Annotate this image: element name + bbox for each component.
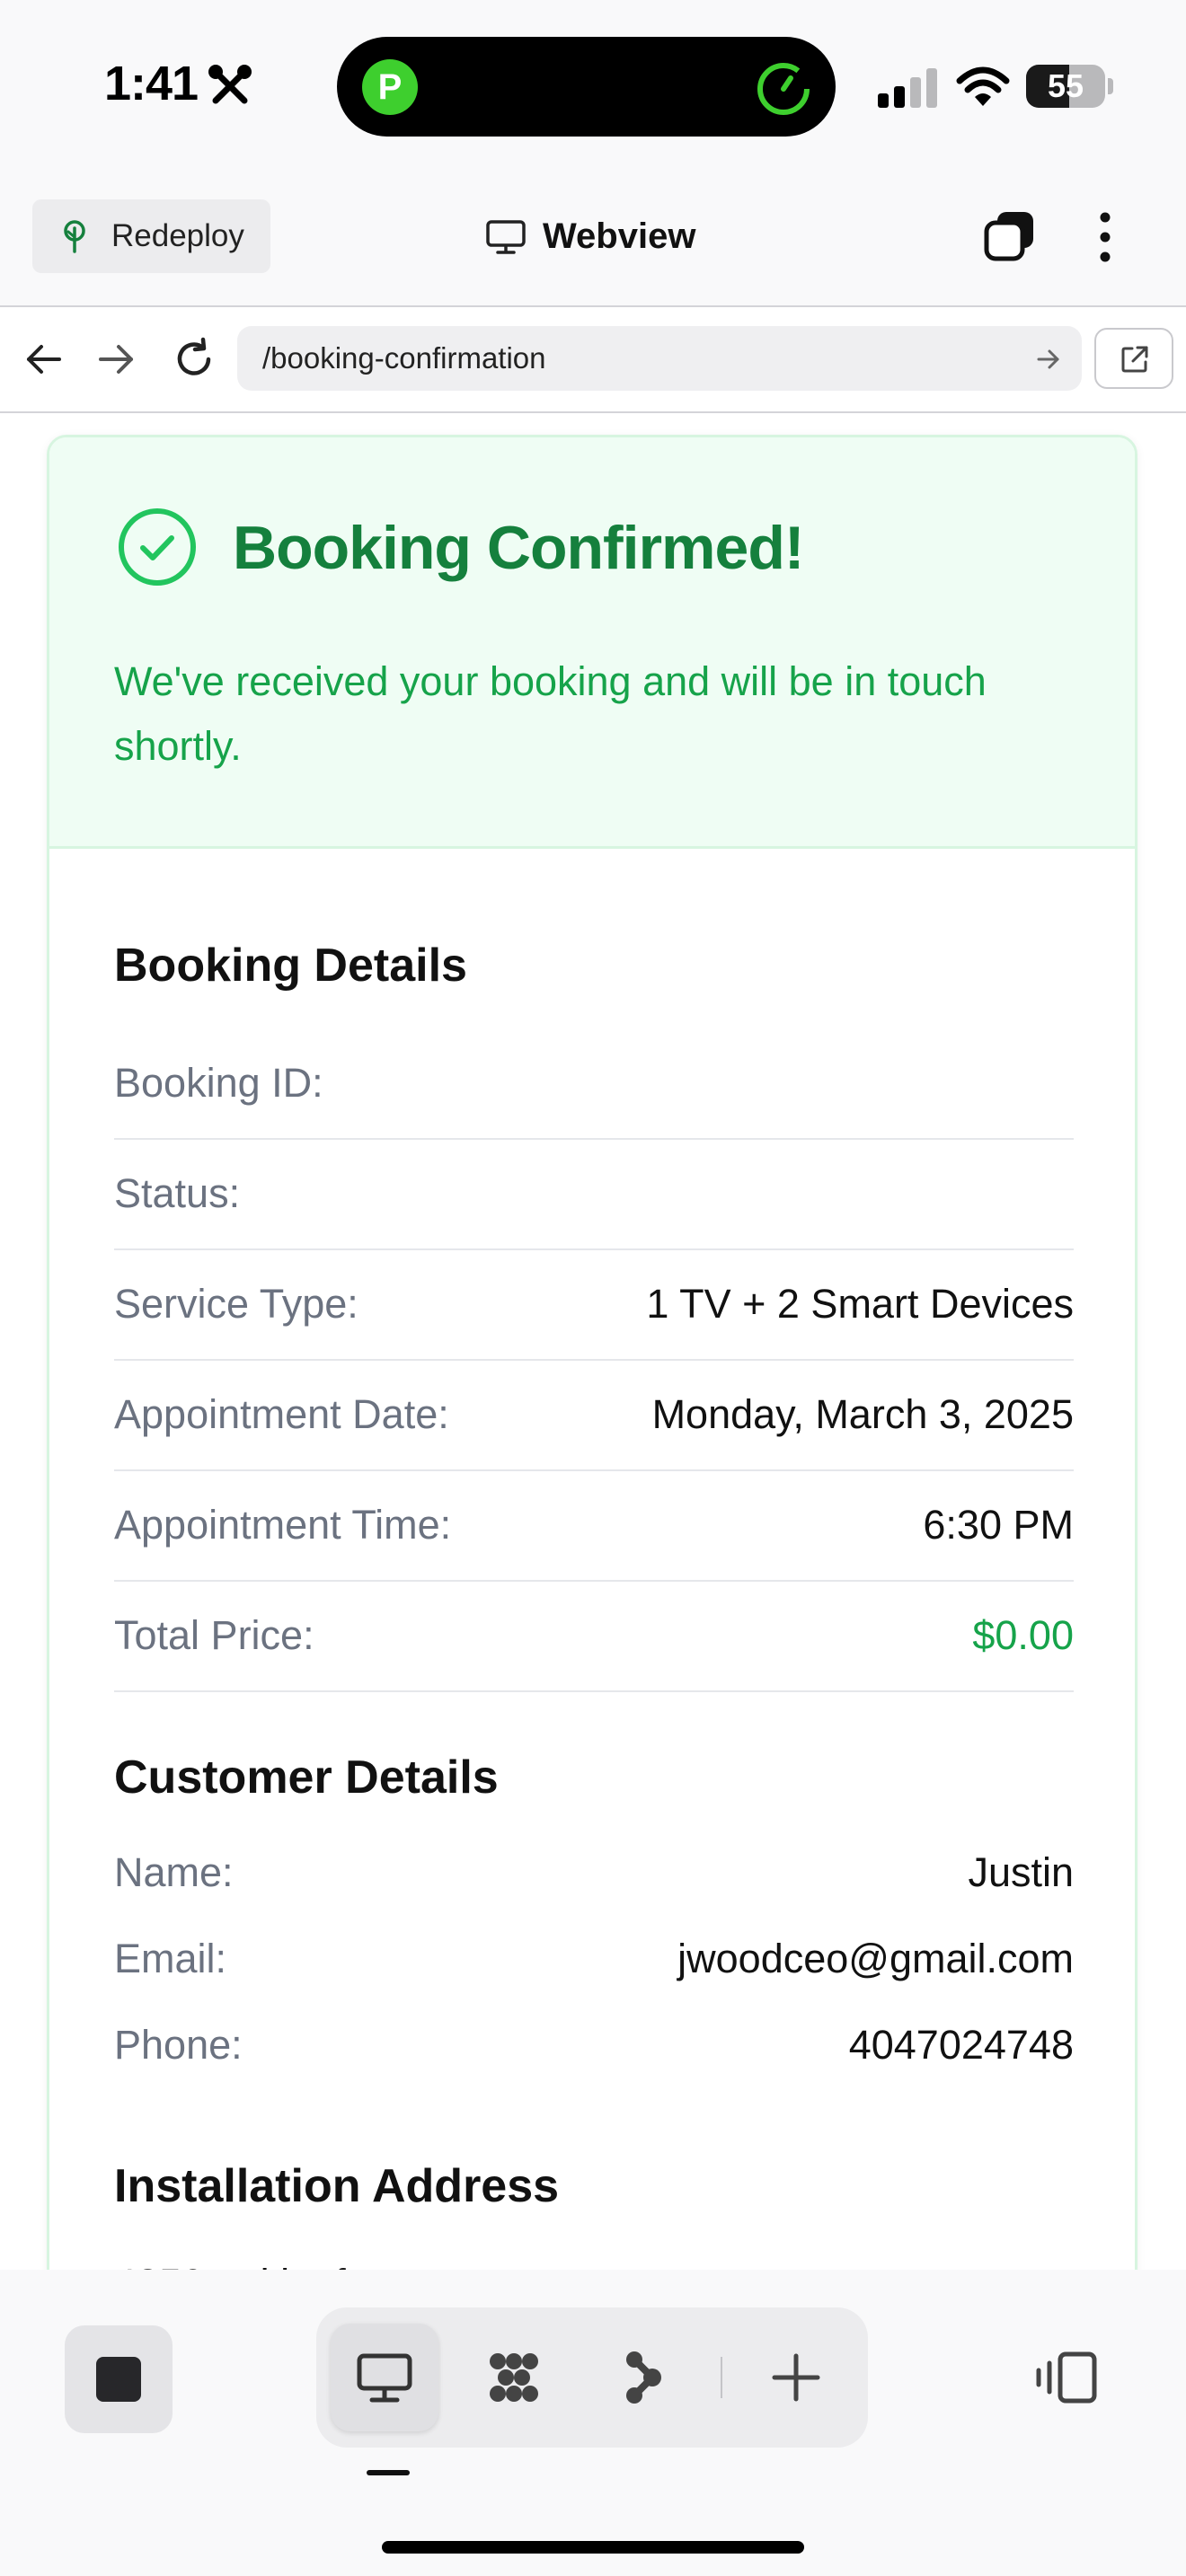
- confirmation-title: Booking Confirmed!: [233, 514, 805, 582]
- redeploy-label: Redeploy: [111, 218, 244, 253]
- tabs-icon[interactable]: [981, 207, 1039, 264]
- customer-phone-label: Phone:: [114, 2022, 243, 2068]
- service-type-row: Service Type: 1 TV + 2 Smart Devices: [114, 1248, 1074, 1361]
- branch-icon: [626, 2351, 661, 2404]
- status-row: Status:: [114, 1138, 1074, 1250]
- confirmation-message: We've received your booking and will be …: [114, 658, 987, 769]
- monitor-icon: [357, 2353, 412, 2403]
- appointment-time-label: Appointment Time:: [114, 1502, 452, 1548]
- status-time: 1:41: [104, 57, 199, 110]
- installation-address-heading: Installation Address: [114, 2160, 560, 2212]
- webview-title-label: Webview: [543, 216, 696, 256]
- go-arrow-icon[interactable]: [1035, 346, 1062, 373]
- battery-percent: 55: [1047, 67, 1084, 104]
- booking-id-row: Booking ID:: [114, 1028, 1074, 1140]
- appointment-date-value: Monday, March 3, 2025: [651, 1391, 1074, 1437]
- island-app-letter: P: [377, 67, 403, 107]
- battery-nub: [1108, 78, 1113, 94]
- service-type-value: 1 TV + 2 Smart Devices: [646, 1281, 1074, 1327]
- timer-icon: [757, 63, 810, 115]
- more-vertical-icon[interactable]: [1087, 208, 1123, 266]
- bottom-dock: [0, 2270, 1186, 2576]
- status-label: Status:: [114, 1170, 241, 1216]
- booking-card: Booking Confirmed! We've received your b…: [47, 435, 1137, 2270]
- signal-icon: [878, 68, 937, 108]
- back-arrow-icon[interactable]: [20, 336, 66, 383]
- workflow-tab-button[interactable]: [589, 2324, 697, 2431]
- address-line-1: 4350 oakleaf cove: [114, 2261, 442, 2270]
- wifi-icon: [956, 66, 1010, 106]
- customer-email-row: Email: jwoodceo@gmail.com: [114, 1916, 1074, 2002]
- open-external-button[interactable]: [1094, 328, 1173, 389]
- appointment-date-row: Appointment Date: Monday, March 3, 2025: [114, 1359, 1074, 1471]
- total-price-row: Total Price: $0.00: [114, 1580, 1074, 1692]
- tools-icon: [208, 65, 252, 104]
- status-bar: 1:41 P 55: [0, 0, 1186, 171]
- booking-details-heading: Booking Details: [114, 940, 467, 992]
- total-price-value: $0.00: [972, 1612, 1074, 1658]
- customer-phone-value: 4047024748: [848, 2022, 1074, 2068]
- forward-arrow-icon[interactable]: [93, 336, 140, 383]
- check-circle-icon: [119, 508, 196, 586]
- browser-nav-bar: /booking-confirmation: [0, 307, 1186, 413]
- customer-name-value: Justin: [968, 1849, 1074, 1895]
- battery-icon: 55: [1026, 65, 1114, 108]
- customer-details-heading: Customer Details: [114, 1751, 499, 1804]
- external-link-icon: [1121, 346, 1148, 373]
- appointment-time-row: Appointment Time: 6:30 PM: [114, 1469, 1074, 1582]
- switcher-divider: [721, 2357, 722, 2398]
- customer-email-value: jwoodceo@gmail.com: [677, 1936, 1074, 1981]
- apps-tab-button[interactable]: [460, 2324, 568, 2431]
- customer-phone-row: Phone: 4047024748: [114, 2002, 1074, 2088]
- dots-grid-icon: [490, 2353, 538, 2402]
- tree-icon: [64, 220, 85, 253]
- appointment-time-value: 6:30 PM: [923, 1502, 1074, 1548]
- battery-body: 55: [1026, 65, 1105, 108]
- customer-name-row: Name: Justin: [114, 1830, 1074, 1916]
- island-app-icon: P: [362, 59, 418, 115]
- url-input[interactable]: /booking-confirmation: [237, 326, 1082, 391]
- app-toolbar: Redeploy Webview: [0, 171, 1186, 307]
- customer-name-label: Name:: [114, 1849, 234, 1895]
- webview-content[interactable]: Booking Confirmed! We've received your b…: [0, 413, 1186, 2270]
- redeploy-button[interactable]: Redeploy: [32, 199, 270, 273]
- monitor-icon: [486, 220, 526, 254]
- panel-toggle-icon[interactable]: [1033, 2349, 1100, 2406]
- booking-id-label: Booking ID:: [114, 1060, 323, 1106]
- reload-icon[interactable]: [171, 336, 217, 383]
- stop-icon: [96, 2357, 141, 2402]
- service-type-label: Service Type:: [114, 1281, 358, 1327]
- view-switcher: [316, 2307, 868, 2448]
- total-price-label: Total Price:: [114, 1612, 314, 1658]
- plus-icon: [772, 2353, 820, 2402]
- url-text: /booking-confirmation: [262, 341, 546, 375]
- appointment-date-label: Appointment Date:: [114, 1391, 449, 1437]
- confirmation-banner: Booking Confirmed! We've received your b…: [49, 437, 1135, 849]
- customer-email-label: Email:: [114, 1936, 227, 1981]
- dynamic-island: P: [337, 37, 836, 137]
- add-tab-button[interactable]: [742, 2324, 850, 2431]
- home-indicator[interactable]: [382, 2541, 804, 2554]
- stop-button[interactable]: [65, 2325, 173, 2433]
- active-tab-indicator: [367, 2470, 410, 2475]
- webview-tab-button[interactable]: [331, 2324, 438, 2431]
